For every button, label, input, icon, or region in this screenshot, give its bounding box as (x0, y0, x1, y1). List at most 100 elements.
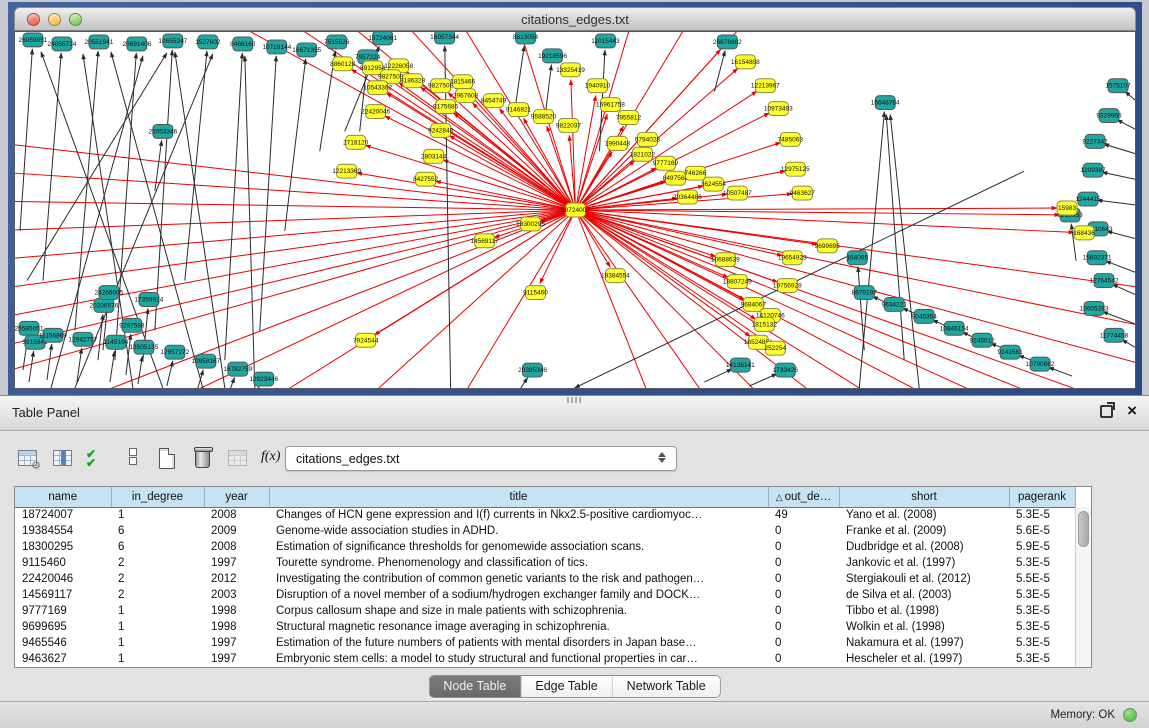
table-type-tabs: Node TableEdge TableNetwork Table (428, 675, 720, 698)
split-pane-grip-icon[interactable] (567, 397, 583, 403)
select-all-icon[interactable]: ✔✔ (86, 447, 110, 471)
graph-node-label: 19384554 (601, 273, 630, 280)
close-panel-icon[interactable]: × (1127, 400, 1137, 422)
graph-node-label: 10605283 (1080, 305, 1109, 312)
network-window-titlebar[interactable]: citations_edges.txt (14, 7, 1136, 31)
graph-node-label: 8454749 (481, 98, 507, 105)
table-row[interactable]: 946554611997Estimation of the future num… (15, 635, 1075, 651)
graph-node-label: 16057344 (430, 34, 459, 41)
table-cell: 0 (768, 523, 839, 539)
graph-node-label: 1209387 (1080, 167, 1106, 174)
table-cell: 1 (111, 651, 204, 667)
graph-node-label: 16154808 (731, 59, 760, 66)
table-row[interactable]: 1938455462009Genome-wide association stu… (15, 523, 1075, 539)
graph-node-label: 2718120 (343, 139, 369, 146)
graph-node-label: 13325419 (556, 67, 585, 74)
table-cell: 2 (111, 571, 204, 587)
graph-node-label: 10719144 (262, 44, 291, 51)
delete-table-icon[interactable] (191, 447, 215, 471)
scrollbar-thumb[interactable] (1078, 511, 1089, 547)
table-cell: Franke et al. (2009) (839, 523, 1009, 539)
cytoscape-desktop: citations_edges.txt 26059051240557242055… (8, 2, 1142, 395)
graph-node-label: 10655247 (158, 38, 187, 45)
table-cell: 0 (768, 539, 839, 555)
graph-node-label: 12226058 (384, 63, 413, 70)
graph-node-label: 16961758 (596, 102, 625, 109)
table-cell: 1 (111, 635, 204, 651)
column-header-title[interactable]: title (269, 487, 768, 507)
function-builder-icon[interactable]: f(x) (261, 447, 285, 471)
table-row[interactable]: 946362711997Embryonic stem cells: a mode… (15, 651, 1075, 667)
float-panel-icon[interactable] (1100, 405, 1113, 418)
table-cell: Investigating the contribution of common… (269, 571, 768, 587)
graph-node-label: 1145194 (104, 339, 129, 346)
graph-node-label: 10958167 (191, 358, 220, 365)
column-header-in-degree[interactable]: in_degree (111, 487, 204, 507)
table-cell: 5.3E-5 (1009, 587, 1075, 603)
graph-node-label: 11015443 (591, 38, 620, 45)
table-cell: 2 (111, 555, 204, 571)
table-row[interactable]: 969969511998Structural magnetic resonanc… (15, 619, 1075, 635)
table-cell: 0 (768, 571, 839, 587)
table-select-value: citations_edges.txt (296, 452, 400, 466)
graph-node-label: 20206576 (89, 302, 118, 309)
table-cell: 18300295 (15, 539, 111, 555)
graph-node-label: 14136141 (726, 362, 755, 369)
table-row[interactable]: 977716911998Corpus callosum shape and si… (15, 603, 1075, 619)
table-cell: de Silva et al. (2003) (839, 587, 1009, 603)
table-cell: 0 (768, 555, 839, 571)
graph-node-label: 8679197 (852, 290, 878, 297)
table-toolbar: ⚙ ✔✔ f(x) (16, 442, 285, 476)
table-cell: 2012 (204, 571, 269, 587)
table-cell: Structural magnetic resonance image aver… (269, 619, 768, 635)
table-cell: 6 (111, 523, 204, 539)
table-cell: 0 (768, 587, 839, 603)
graph-node-label: 9146821 (506, 107, 532, 114)
table-cell: 0 (768, 603, 839, 619)
show-column-icon[interactable] (51, 447, 75, 471)
graph-node-label: 13505135 (129, 344, 158, 351)
graph-node-label: 1527602 (195, 39, 221, 46)
table-select-dropdown[interactable]: citations_edges.txt (285, 446, 677, 471)
sort-ascending-icon: △ (776, 492, 783, 502)
table-cell: 5.6E-5 (1009, 523, 1075, 539)
table-cell: Corpus callosum shape and size in male p… (269, 603, 768, 619)
graph-node-label: 1575107 (1105, 83, 1131, 90)
graph-node-label: 9684067 (741, 301, 767, 308)
citation-network-graph[interactable]: 2605905124055724205519412069140610655247… (15, 32, 1135, 388)
graph-node-label: 10543362 (363, 85, 392, 92)
table-row[interactable]: 911546021997Tourette syndrome. Phenomeno… (15, 555, 1075, 571)
table-row[interactable]: 1830029562008Estimation of significance … (15, 539, 1075, 555)
table-cell: Estimation of significance thresholds fo… (269, 539, 768, 555)
column-header-pagerank[interactable]: pagerank (1009, 487, 1075, 507)
vertical-scrollbar[interactable] (1075, 507, 1091, 667)
graph-node-label: 26585051 (15, 325, 44, 332)
table-row[interactable]: 1456911722003Disruption of a novel membe… (15, 587, 1075, 603)
table-settings-icon[interactable]: ⚙ (16, 447, 40, 471)
column-header-name[interactable]: name (15, 487, 111, 507)
table-cell: Nakamura et al. (1997) (839, 635, 1009, 651)
tab-edge-table[interactable]: Edge Table (521, 676, 612, 697)
table-body: 1872400712008Changes of HCN gene express… (15, 507, 1075, 667)
graph-node-label: 16671355 (292, 47, 321, 54)
checkbox-list-icon[interactable] (121, 447, 145, 471)
graph-node-label: 1733426 (773, 367, 799, 374)
table-cell: 5.3E-5 (1009, 635, 1075, 651)
table-row[interactable]: 1872400712008Changes of HCN gene express… (15, 507, 1075, 523)
table-cell: 5.3E-5 (1009, 555, 1075, 571)
graph-node-label: 9329966 (1096, 113, 1122, 120)
graph-node-label: 3624554 (701, 181, 727, 188)
tab-network-table[interactable]: Network Table (613, 676, 720, 697)
column-header-out-de-[interactable]: △out_de… (768, 487, 839, 507)
column-header-year[interactable]: year (204, 487, 269, 507)
tab-node-table[interactable]: Node Table (429, 676, 521, 697)
import-table-icon[interactable] (226, 447, 250, 471)
graph-node-label: 9699695 (815, 243, 841, 250)
graph-node-label: 7485063 (778, 136, 804, 143)
graph-node-label: 17957272 (160, 349, 189, 356)
graph-node-label: 9634221 (882, 301, 908, 308)
column-header-short[interactable]: short (839, 487, 1009, 507)
table-row[interactable]: 2242004622012Investigating the contribut… (15, 571, 1075, 587)
network-view-canvas[interactable]: 2605905124055724205519412069140610655247… (14, 31, 1136, 389)
new-document-icon[interactable] (156, 447, 180, 471)
